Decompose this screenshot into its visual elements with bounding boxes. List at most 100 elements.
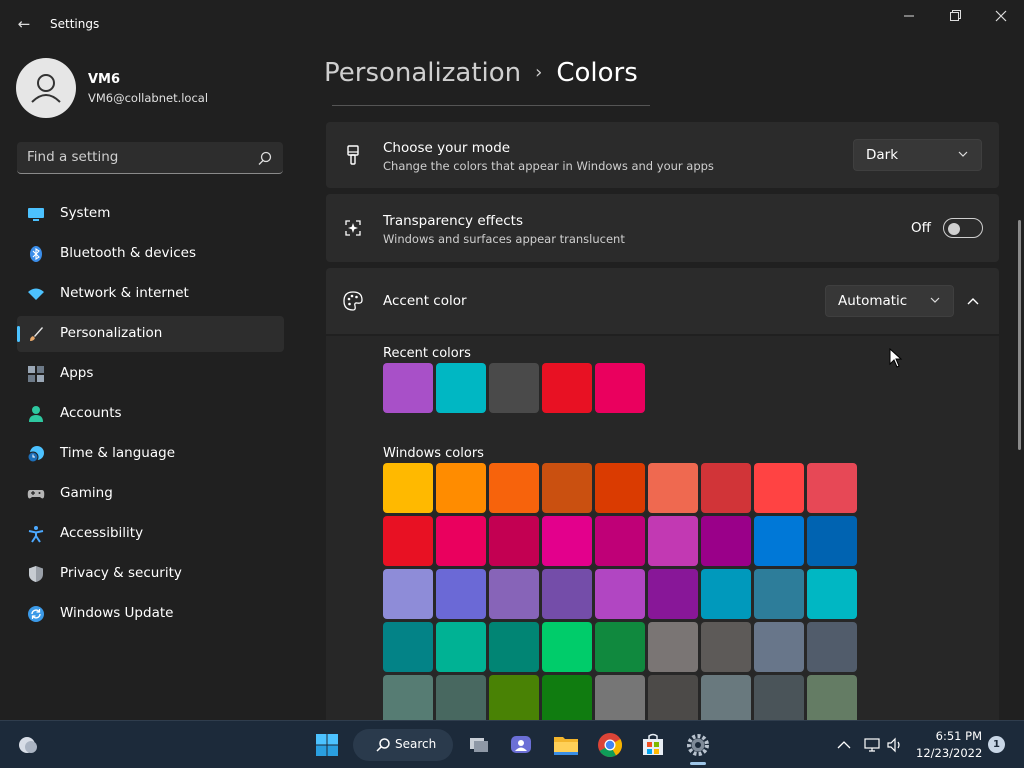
sidebar-item-gaming[interactable]: Gaming	[17, 476, 284, 512]
windows-color-swatch[interactable]	[648, 516, 698, 566]
windows-color-swatch[interactable]	[807, 622, 857, 672]
sidebar-item-bluetooth[interactable]: Bluetooth & devices	[17, 236, 284, 272]
person-icon	[31, 74, 61, 103]
search-input[interactable]: Find a setting	[27, 149, 118, 165]
sidebar-item-accounts[interactable]: Accounts	[17, 396, 284, 432]
windows-color-swatch[interactable]	[542, 622, 592, 672]
windows-color-swatch[interactable]	[489, 675, 539, 720]
back-arrow-icon[interactable]: ←	[14, 14, 34, 34]
windows-color-swatch[interactable]	[595, 463, 645, 513]
windows-color-swatch[interactable]	[595, 675, 645, 720]
windows-color-swatch[interactable]	[648, 463, 698, 513]
recent-color-swatch[interactable]	[383, 363, 433, 413]
chevron-up-icon[interactable]	[835, 736, 853, 754]
breadcrumb-parent[interactable]: Personalization	[324, 58, 521, 88]
windows-color-swatch[interactable]	[489, 569, 539, 619]
volume-icon[interactable]	[886, 736, 904, 754]
windows-color-swatch[interactable]	[648, 569, 698, 619]
windows-color-swatch[interactable]	[489, 463, 539, 513]
sidebar-item-windows-update[interactable]: Windows Update	[17, 596, 284, 632]
taskbar-search-button[interactable]: Search	[353, 729, 453, 761]
windows-color-swatch[interactable]	[489, 516, 539, 566]
windows-color-swatch[interactable]	[542, 675, 592, 720]
accent-dropdown[interactable]: Automatic	[825, 285, 954, 317]
windows-color-swatch[interactable]	[701, 675, 751, 720]
search-icon[interactable]	[257, 150, 273, 166]
windows-color-swatch[interactable]	[489, 622, 539, 672]
search-box[interactable]: Find a setting	[17, 142, 283, 174]
sidebar-item-accessibility[interactable]: Accessibility	[17, 516, 284, 552]
chevron-up-icon[interactable]	[966, 294, 980, 308]
accent-title: Accent color	[383, 293, 467, 309]
chevron-down-icon	[958, 151, 968, 157]
gamepad-icon	[27, 490, 45, 499]
recent-color-swatch[interactable]	[595, 363, 645, 413]
windows-color-swatch[interactable]	[383, 622, 433, 672]
windows-color-swatch[interactable]	[754, 569, 804, 619]
windows-color-swatch[interactable]	[436, 516, 486, 566]
sidebar-item-apps[interactable]: Apps	[17, 356, 284, 392]
avatar[interactable]	[16, 58, 76, 118]
windows-color-swatch[interactable]	[383, 516, 433, 566]
sidebar-item-label: Accounts	[60, 405, 122, 421]
windows-color-swatch[interactable]	[701, 622, 751, 672]
notification-badge[interactable]: 1	[988, 736, 1005, 753]
windows-color-swatch[interactable]	[754, 675, 804, 720]
user-name: VM6	[88, 72, 121, 87]
windows-color-swatch[interactable]	[701, 516, 751, 566]
windows-color-swatch[interactable]	[595, 569, 645, 619]
windows-color-swatch[interactable]	[436, 675, 486, 720]
update-icon	[28, 606, 44, 622]
file-explorer-icon[interactable]	[550, 729, 582, 761]
windows-color-swatch[interactable]	[595, 622, 645, 672]
recent-color-swatch[interactable]	[489, 363, 539, 413]
windows-color-swatch[interactable]	[542, 463, 592, 513]
settings-icon[interactable]	[682, 729, 714, 761]
minimize-icon[interactable]	[886, 0, 932, 32]
paintbrush-icon	[347, 145, 359, 165]
recent-color-swatch[interactable]	[436, 363, 486, 413]
windows-color-swatch[interactable]	[542, 516, 592, 566]
sidebar-item-system[interactable]: System	[17, 196, 284, 232]
windows-color-swatch[interactable]	[436, 569, 486, 619]
start-icon[interactable]	[311, 729, 343, 761]
windows-color-swatch[interactable]	[383, 569, 433, 619]
sidebar-item-privacy[interactable]: Privacy & security	[17, 556, 284, 592]
close-icon[interactable]	[978, 0, 1024, 32]
page-title: Colors	[556, 58, 638, 88]
windows-color-swatch[interactable]	[436, 463, 486, 513]
windows-color-swatch[interactable]	[754, 622, 804, 672]
windows-color-swatch[interactable]	[648, 622, 698, 672]
windows-color-swatch[interactable]	[383, 463, 433, 513]
windows-color-swatch[interactable]	[807, 675, 857, 720]
restore-icon[interactable]	[932, 0, 978, 32]
chat-icon[interactable]	[505, 729, 537, 761]
recent-color-swatch[interactable]	[542, 363, 592, 413]
chrome-icon[interactable]	[594, 729, 626, 761]
sidebar-item-personalization[interactable]: Personalization	[17, 316, 284, 352]
windows-color-swatch[interactable]	[701, 463, 751, 513]
accent-card[interactable]: Accent color Automatic	[326, 268, 999, 334]
windows-color-swatch[interactable]	[648, 675, 698, 720]
windows-color-swatch[interactable]	[383, 675, 433, 720]
windows-color-swatch[interactable]	[595, 516, 645, 566]
sidebar-item-network[interactable]: Network & internet	[17, 276, 284, 312]
sidebar-item-time-language[interactable]: Time & language	[17, 436, 284, 472]
store-icon[interactable]	[637, 729, 669, 761]
clock-date[interactable]: 12/23/2022	[916, 746, 982, 760]
windows-color-swatch[interactable]	[542, 569, 592, 619]
windows-color-swatch[interactable]	[701, 569, 751, 619]
transparency-toggle[interactable]	[943, 218, 983, 238]
network-icon[interactable]	[863, 736, 881, 754]
windows-color-swatch[interactable]	[436, 622, 486, 672]
windows-color-swatch[interactable]	[807, 516, 857, 566]
clock-time[interactable]: 6:51 PM	[932, 729, 982, 743]
task-view-icon[interactable]	[463, 729, 495, 761]
widgets-icon[interactable]	[12, 729, 44, 761]
windows-color-swatch[interactable]	[754, 516, 804, 566]
scrollbar[interactable]	[1018, 220, 1021, 450]
windows-color-swatch[interactable]	[754, 463, 804, 513]
windows-color-swatch[interactable]	[807, 569, 857, 619]
mode-dropdown[interactable]: Dark	[853, 139, 982, 171]
windows-color-swatch[interactable]	[807, 463, 857, 513]
